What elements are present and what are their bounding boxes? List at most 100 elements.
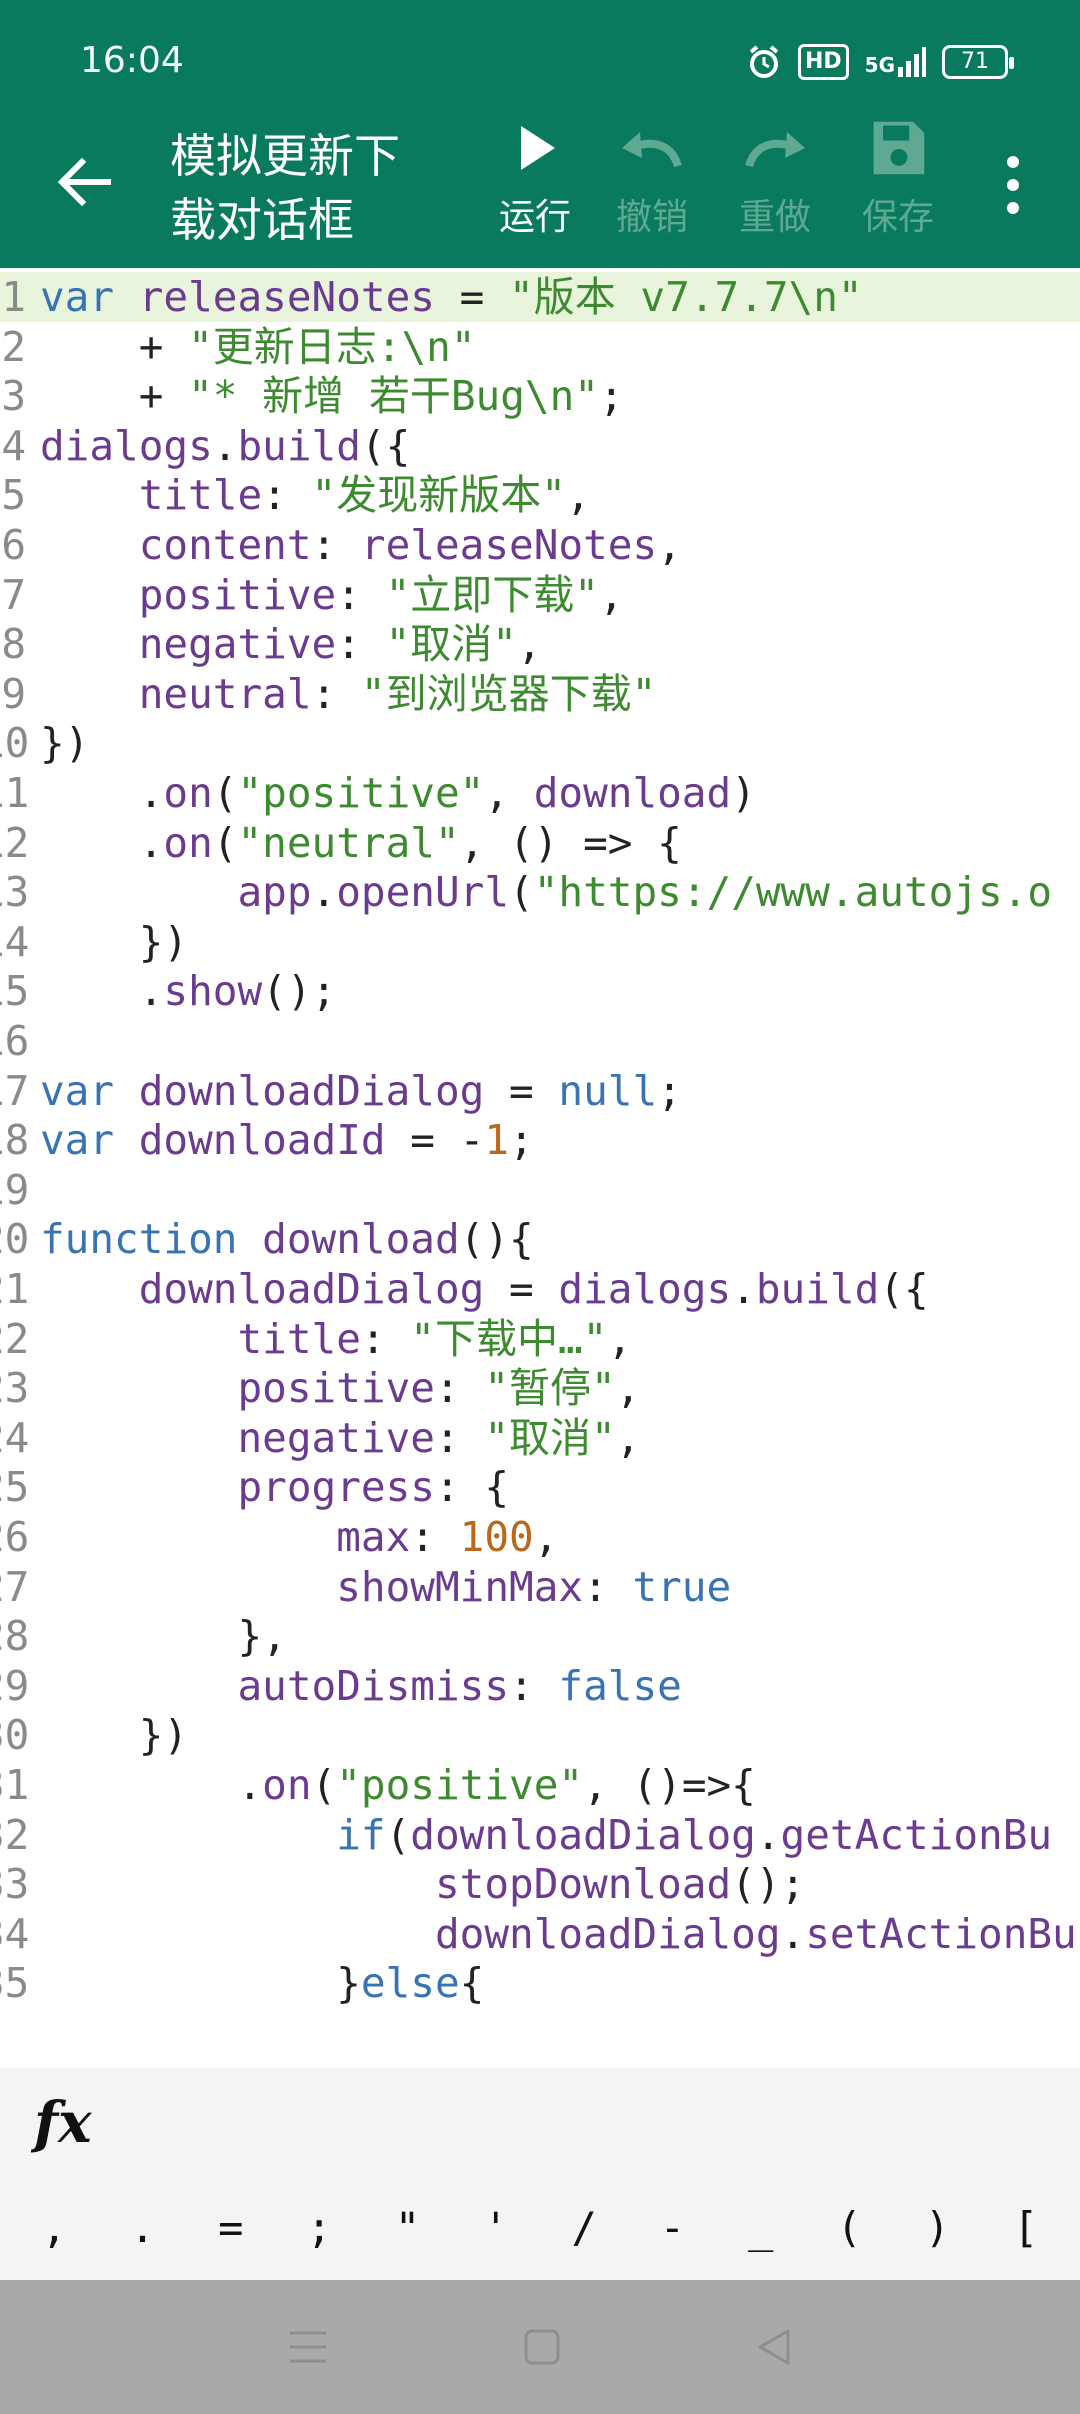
code-text: function download(){ <box>40 1214 534 1264</box>
code-line[interactable]: 1 var releaseNotes = "版本 v7.7.7\n" <box>0 272 1080 322</box>
status-icons: HD 5G 71 <box>746 44 1014 80</box>
code-line[interactable]: 2 + "更新日志:\n" <box>0 322 1080 372</box>
line-number: 6 <box>1 521 26 569</box>
more-vert-icon[interactable] <box>996 150 1030 220</box>
code-line[interactable]: 25 progress: { <box>0 1462 1080 1512</box>
code-token: progress <box>237 1463 435 1512</box>
code-line[interactable]: 18var downloadId = -1; <box>0 1115 1080 1165</box>
code-token: + <box>40 322 189 371</box>
code-line[interactable]: 4 dialogs.build({ <box>0 421 1080 471</box>
save-button[interactable]: 保存 <box>843 118 953 240</box>
code-line[interactable]: 13 app.openUrl("https://www.autojs.o <box>0 867 1080 917</box>
code-line[interactable]: 11 .on("positive", download) <box>0 768 1080 818</box>
code-token: downloadDialog <box>138 1066 485 1115</box>
symbol-key[interactable]: " <box>367 2203 447 2252</box>
undo-button[interactable]: 撤销 <box>597 118 707 240</box>
line-number: 20 <box>0 1215 30 1264</box>
code-line[interactable]: 17var downloadDialog = null; <box>0 1066 1080 1116</box>
code-line[interactable]: 28 }, <box>0 1611 1080 1661</box>
menu-icon[interactable] <box>286 2327 330 2367</box>
code-token: , ()=>{ <box>583 1761 756 1809</box>
code-line[interactable]: 33 stopDownload(); <box>0 1859 1080 1909</box>
code-token: . <box>40 769 164 817</box>
code-token: , <box>516 620 542 669</box>
code-line[interactable]: 8 negative: "取消", <box>0 619 1080 669</box>
code-line[interactable]: 24 negative: "取消", <box>0 1413 1080 1463</box>
code-token: . <box>212 421 238 470</box>
code-line[interactable]: 34 downloadDialog.setActionBu <box>0 1909 1080 1959</box>
symbol-key[interactable]: = <box>191 2203 271 2252</box>
code-editor[interactable]: 1 var releaseNotes = "版本 v7.7.7\n" 2 + "更新… <box>0 268 1080 2068</box>
code-text: }) <box>40 1710 188 1760</box>
code-line[interactable]: 23 positive: "暂停", <box>0 1363 1080 1413</box>
code-token: : { <box>434 1463 510 1512</box>
code-token: ({ <box>360 421 411 470</box>
symbol-key[interactable]: [ <box>986 2203 1066 2252</box>
symbol-key[interactable]: ' <box>456 2203 536 2252</box>
code-line[interactable]: 16 <box>0 1016 1080 1066</box>
code-token: : <box>509 1661 559 1710</box>
code-text: max: 100, <box>40 1512 558 1562</box>
code-line[interactable]: 10}) <box>0 718 1080 768</box>
redo-button[interactable]: 重做 <box>720 118 830 240</box>
code-token: null <box>558 1066 658 1115</box>
symbol-key[interactable]: , <box>14 2203 94 2252</box>
code-text: downloadDialog = dialogs.build({ <box>40 1264 929 1314</box>
hd-badge: HD <box>797 44 849 80</box>
code-line[interactable]: 12 .on("neutral", () => { <box>0 818 1080 868</box>
line-number: 9 <box>1 669 26 718</box>
code-line[interactable]: 35 }else{ <box>0 1958 1080 2008</box>
line-number: 4 <box>1 421 26 470</box>
code-line[interactable]: 29 autoDismiss: false <box>0 1661 1080 1711</box>
code-line[interactable]: 26 max: 100, <box>0 1512 1080 1562</box>
run-button[interactable]: 运行 <box>480 118 590 240</box>
code-line[interactable]: 22 title: "下载中…", <box>0 1314 1080 1364</box>
code-line[interactable]: 30 }) <box>0 1710 1080 1760</box>
code-line[interactable]: 9 neutral: "到浏览器下载" <box>0 669 1080 719</box>
code-line[interactable]: 15 .show(); <box>0 966 1080 1016</box>
symbol-key[interactable]: . <box>102 2203 182 2252</box>
code-line[interactable]: 6 content: releaseNotes, <box>0 520 1080 570</box>
symbol-key[interactable]: ; <box>279 2203 359 2252</box>
line-number: 8 <box>1 620 26 669</box>
code-line[interactable]: 7 positive: "立即下载", <box>0 570 1080 620</box>
code-token: neutral <box>138 669 312 718</box>
code-line[interactable]: 21 downloadDialog = dialogs.build({ <box>0 1264 1080 1314</box>
code-line[interactable]: 19 <box>0 1165 1080 1215</box>
symbol-key[interactable]: - <box>632 2203 712 2252</box>
symbol-key[interactable]: _ <box>721 2203 801 2252</box>
code-token: }) <box>40 719 90 768</box>
code-token: , () => { <box>459 818 682 867</box>
page-title: 模拟更新下载对话框 <box>170 129 400 247</box>
code-line[interactable]: 32 if(downloadDialog.getActionBu <box>0 1810 1080 1860</box>
code-line[interactable]: 3 + "* 新增 若干Bug\n"; <box>0 371 1080 421</box>
line-number: 25 <box>0 1463 30 1512</box>
code-line[interactable]: 14 }) <box>0 917 1080 967</box>
code-token: build <box>755 1265 880 1313</box>
code-text: positive: "暂停", <box>40 1363 640 1413</box>
code-token: . <box>731 1265 756 1313</box>
code-token: else <box>360 1959 460 2008</box>
back-triangle-icon[interactable] <box>754 2327 794 2367</box>
line-number: 12 <box>0 818 30 867</box>
symbol-key[interactable]: ) <box>897 2203 977 2252</box>
code-token: dialogs <box>40 421 213 470</box>
symbol-key[interactable]: ( <box>809 2203 889 2252</box>
line-number: 10 <box>0 719 30 768</box>
code-line[interactable]: 27 showMinMax: true <box>0 1562 1080 1612</box>
code-line[interactable]: 5 title: "发现新版本", <box>0 470 1080 520</box>
code-line[interactable]: 31 .on("positive", ()=>{ <box>0 1760 1080 1810</box>
home-square-icon[interactable] <box>522 2327 562 2367</box>
back-arrow-icon[interactable] <box>52 150 116 214</box>
code-line[interactable]: 20function download(){ <box>0 1214 1080 1264</box>
symbol-key[interactable]: / <box>544 2203 624 2252</box>
code-token: var <box>40 273 139 321</box>
fx-icon[interactable]: fx <box>34 2090 91 2156</box>
code-text: showMinMax: true <box>40 1562 731 1612</box>
